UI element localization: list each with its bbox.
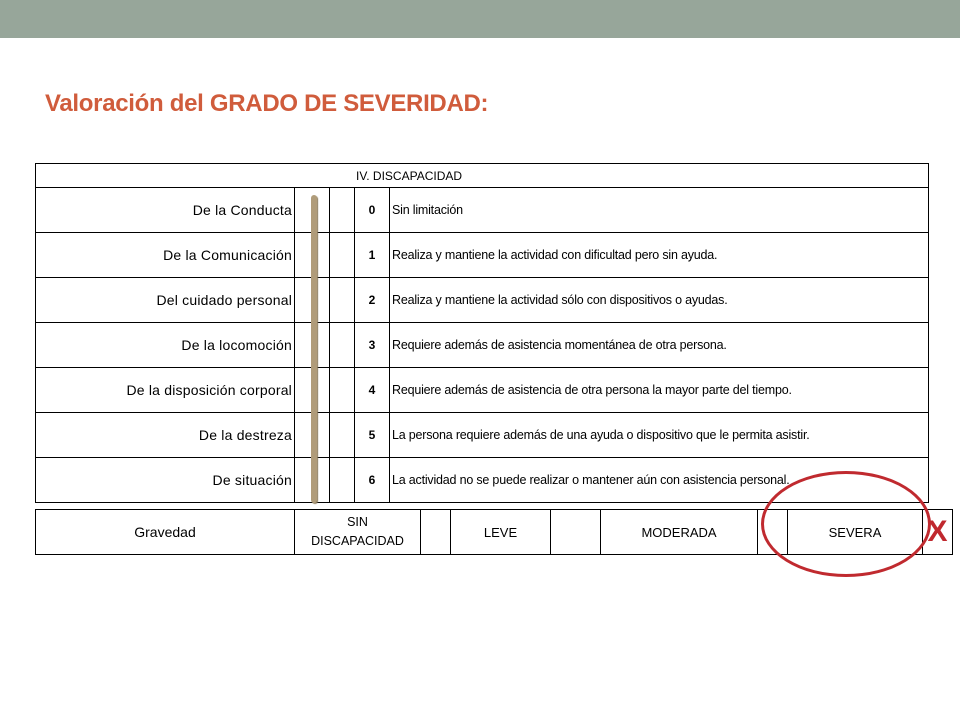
blank-cell xyxy=(329,367,355,413)
table-row: De la disposición corporal 4 Requiere ad… xyxy=(35,367,929,413)
row-description: Realiza y mantiene la actividad sólo con… xyxy=(389,277,929,323)
page-title: Valoración del GRADO DE SEVERIDAD: xyxy=(45,90,489,117)
row-description: Realiza y mantiene la actividad con difi… xyxy=(389,232,929,278)
table-header-row: IV. DISCAPACIDAD xyxy=(35,163,929,188)
row-number: 3 xyxy=(354,322,390,368)
blank-cell xyxy=(329,322,355,368)
leve-cell: LEVE xyxy=(450,509,551,555)
blank-cell xyxy=(329,412,355,458)
row-number: 0 xyxy=(354,187,390,233)
table-row: De la Conducta 0 Sin limitación xyxy=(35,187,929,233)
row-number: 2 xyxy=(354,277,390,323)
blank-cell xyxy=(329,232,355,278)
table-row: Del cuidado personal 2 Realiza y mantien… xyxy=(35,277,929,323)
row-label: De la disposición corporal xyxy=(35,367,295,413)
row-label: De la locomoción xyxy=(35,322,295,368)
sin-discapacidad-cell: SIN DISCAPACIDAD xyxy=(294,509,421,555)
discapacidad-line: DISCAPACIDAD xyxy=(311,534,404,548)
row-number: 6 xyxy=(354,457,390,503)
gravedad-label: Gravedad xyxy=(35,509,295,555)
row-number: 1 xyxy=(354,232,390,278)
table-header: IV. DISCAPACIDAD xyxy=(35,163,929,188)
vertical-marker-bar xyxy=(311,195,317,503)
blank-cell xyxy=(329,457,355,503)
row-label: De la Comunicación xyxy=(35,232,295,278)
discapacidad-table: IV. DISCAPACIDAD De la Conducta 0 Sin li… xyxy=(35,163,929,503)
annotation-circle xyxy=(761,471,931,577)
row-label: De situación xyxy=(35,457,295,503)
row-description: Requiere además de asistencia momentánea… xyxy=(389,322,929,368)
table-row: De la destreza 5 La persona requiere ade… xyxy=(35,412,929,458)
row-number: 5 xyxy=(354,412,390,458)
table-row: De la locomoción 3 Requiere además de as… xyxy=(35,322,929,368)
row-label: De la Conducta xyxy=(35,187,295,233)
row-label: De la destreza xyxy=(35,412,295,458)
row-description: Requiere además de asistencia de otra pe… xyxy=(389,367,929,413)
row-description: Sin limitación xyxy=(389,187,929,233)
moderada-cell: MODERADA xyxy=(600,509,758,555)
check-cell-leve xyxy=(550,509,601,555)
row-label: Del cuidado personal xyxy=(35,277,295,323)
row-description: La persona requiere además de una ayuda … xyxy=(389,412,929,458)
row-number: 4 xyxy=(354,367,390,413)
check-cell-sin xyxy=(420,509,451,555)
sin-line: SIN xyxy=(347,515,368,529)
top-bar xyxy=(0,0,960,38)
blank-cell xyxy=(329,187,355,233)
blank-cell xyxy=(329,277,355,323)
table-row: De la Comunicación 1 Realiza y mantiene … xyxy=(35,232,929,278)
